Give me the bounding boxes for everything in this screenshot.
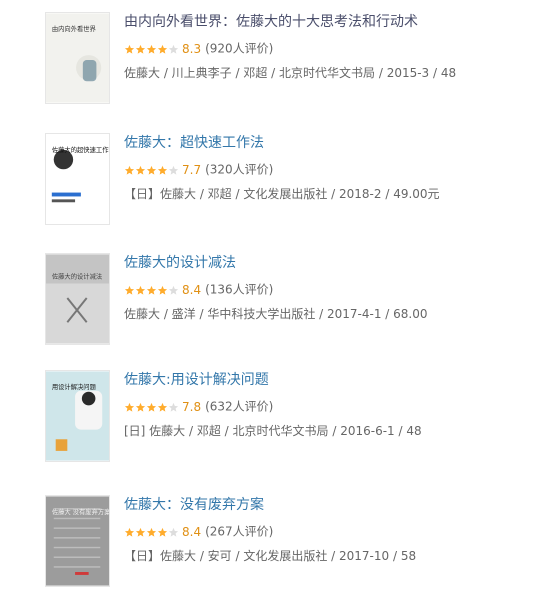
cover-title-text: 用设计解决问题 — [52, 382, 97, 391]
book-cover[interactable]: 佐藤大的超快速工作法 — [45, 133, 110, 225]
star-filled-icon — [135, 527, 146, 537]
book-title-link[interactable]: 佐藤大：没有废弃方案 — [124, 495, 264, 515]
cover-title-text: 佐藤大的设计减法 — [52, 272, 102, 281]
rating-score: 7.8 — [182, 399, 202, 414]
rating-count: (920人评价) — [205, 41, 274, 56]
book-title-link[interactable]: 由内向外看世界：佐藤大的十大思考法和行动术 — [124, 12, 418, 32]
rating: 8.3 (920人评价) — [124, 40, 273, 57]
star-filled-icon — [146, 44, 157, 54]
rating: 8.4 (136人评价) — [124, 281, 273, 298]
star-filled-icon — [124, 165, 135, 175]
book-title-link[interactable]: 佐藤大:用设计解决问题 — [124, 370, 269, 390]
star-empty-icon — [168, 165, 179, 175]
star-filled-icon — [124, 44, 135, 54]
rating-score: 8.4 — [182, 524, 202, 539]
star-filled-icon — [124, 402, 135, 412]
cover-art: 佐藤大的超快速工作法 — [46, 134, 109, 224]
star-empty-icon — [168, 285, 179, 295]
book-title-link[interactable]: 佐藤大：超快速工作法 — [124, 133, 264, 153]
rating: 7.8 (632人评价) — [124, 398, 273, 415]
star-filled-icon — [135, 402, 146, 412]
star-filled-icon — [157, 165, 168, 175]
star-filled-icon — [135, 44, 146, 54]
book-cover[interactable]: 由内向外看世界 — [45, 12, 110, 104]
star-filled-icon — [124, 527, 135, 537]
book-item: 佐藤大的超快速工作法 佐藤大：超快速工作法 7.7 (320人评价) 【日】佐藤大 / … — [0, 133, 535, 243]
publication-info: 佐藤大 / 盛洋 / 华中科技大学出版社 / 2017-4-1 / 68.00 — [124, 307, 428, 321]
cover-title-text: 由内向外看世界 — [52, 24, 97, 33]
publication-info: 【日】佐藤大 / 邓超 / 文化发展出版社 / 2018-2 / 49.00元 — [124, 187, 440, 201]
star-rating — [124, 399, 179, 415]
star-filled-icon — [146, 402, 157, 412]
star-filled-icon — [157, 527, 168, 537]
cover-art: 佐藤大 没有废弃方案 — [46, 496, 109, 586]
book-item: 佐藤大的设计减法 佐藤大的设计减法 8.4 (136人评价) 佐藤大 / 盛洋 / 华中… — [0, 253, 535, 363]
rating-score: 8.4 — [182, 282, 202, 297]
star-filled-icon — [157, 285, 168, 295]
cover-title-text: 佐藤大的超快速工作法 — [52, 145, 109, 154]
rating-count: (136人评价) — [205, 282, 274, 297]
star-filled-icon — [157, 44, 168, 54]
star-filled-icon — [146, 527, 157, 537]
book-cover[interactable]: 佐藤大 没有废弃方案 — [45, 495, 110, 587]
star-rating — [124, 282, 179, 298]
rating-score: 8.3 — [182, 41, 202, 56]
rating-count: (632人评价) — [205, 399, 274, 414]
rating: 7.7 (320人评价) — [124, 161, 273, 178]
publication-info: 【日】佐藤大 / 安可 / 文化发展出版社 / 2017-10 / 58 — [124, 549, 417, 563]
star-rating — [124, 162, 179, 178]
publication-info: 佐藤大 / 川上典李子 / 邓超 / 北京时代华文书局 / 2015-3 / 4… — [124, 66, 457, 80]
star-filled-icon — [135, 285, 146, 295]
book-item: 由内向外看世界 由内向外看世界：佐藤大的十大思考法和行动术 8.3 (920人评价) 佐… — [0, 12, 535, 122]
star-rating — [124, 41, 179, 57]
star-empty-icon — [168, 402, 179, 412]
star-filled-icon — [157, 402, 168, 412]
star-filled-icon — [135, 165, 146, 175]
star-filled-icon — [124, 285, 135, 295]
star-empty-icon — [168, 527, 179, 537]
cover-art: 佐藤大的设计减法 — [46, 254, 109, 344]
rating-count: (267人评价) — [205, 524, 274, 539]
rating: 8.4 (267人评价) — [124, 523, 273, 540]
book-item: 用设计解决问题 佐藤大:用设计解决问题 7.8 (632人评价) [日] 佐藤大 / 邓… — [0, 370, 535, 480]
star-empty-icon — [168, 44, 179, 54]
star-filled-icon — [146, 285, 157, 295]
rating-count: (320人评价) — [205, 162, 274, 177]
star-rating — [124, 524, 179, 540]
cover-title-text: 佐藤大 没有废弃方案 — [52, 507, 109, 516]
cover-art: 用设计解决问题 — [46, 371, 109, 461]
book-cover[interactable]: 用设计解决问题 — [45, 370, 110, 462]
book-item: 佐藤大 没有废弃方案 佐藤大：没有废弃方案 8.4 (267人评价) 【日】佐藤大 / … — [0, 495, 535, 605]
publication-info: [日] 佐藤大 / 邓超 / 北京时代华文书局 / 2016-6-1 / 48 — [124, 424, 422, 438]
book-title-link[interactable]: 佐藤大的设计减法 — [124, 253, 236, 273]
star-filled-icon — [146, 165, 157, 175]
book-cover[interactable]: 佐藤大的设计减法 — [45, 253, 110, 345]
cover-art: 由内向外看世界 — [46, 13, 109, 103]
rating-score: 7.7 — [182, 162, 202, 177]
